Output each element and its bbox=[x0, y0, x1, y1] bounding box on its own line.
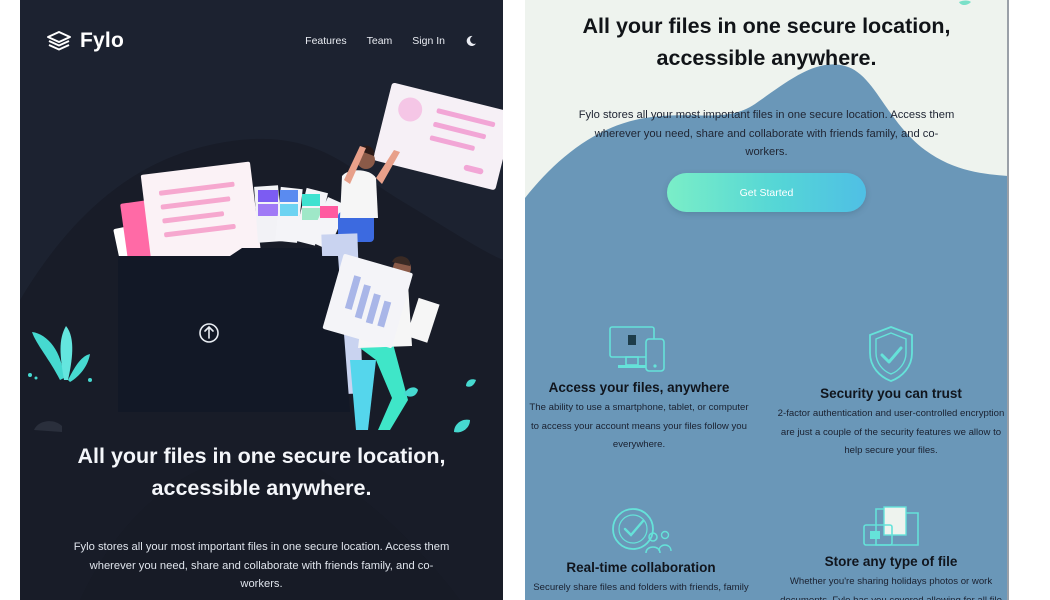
hero-description: Fylo stores all your most important file… bbox=[578, 109, 955, 158]
plant-decoration bbox=[28, 326, 92, 432]
stacked-layers-icon bbox=[47, 31, 71, 51]
feature-title: Store any type of file bbox=[824, 554, 958, 569]
light-mode-panel: All your files in one secure location, a… bbox=[525, 0, 1008, 600]
hero-title-line-2: accessible anywhere. bbox=[656, 46, 877, 70]
feature-description: Securely share files and folders with fr… bbox=[533, 582, 749, 593]
devices-icon bbox=[609, 326, 665, 372]
hero-illustration bbox=[28, 82, 503, 433]
logo[interactable]: Fylo bbox=[46, 29, 124, 53]
feature-description: Whether you're sharing holidays photos o… bbox=[780, 576, 1002, 600]
collaboration-icon bbox=[612, 508, 672, 554]
feature-description: 2-factor authentication and user-control… bbox=[777, 408, 1005, 456]
shield-check-icon bbox=[869, 326, 913, 382]
hero-title: All your files in one secure location, a… bbox=[20, 440, 503, 504]
file-folder-icon bbox=[863, 506, 919, 546]
nav-link-features[interactable]: Features bbox=[305, 35, 346, 47]
hero-title-line-1: All your files in one secure location, bbox=[582, 14, 951, 38]
feature-access-anywhere: Access your files, anywhere The ability … bbox=[525, 325, 753, 455]
person-standing bbox=[338, 145, 400, 242]
feature-file-types: Store any type of file Whether you're sh… bbox=[775, 505, 1007, 600]
nav-link-sign-in[interactable]: Sign In bbox=[412, 35, 445, 47]
moon-icon[interactable] bbox=[465, 35, 477, 47]
top-navigation: Fylo Features Team Sign In bbox=[46, 26, 477, 56]
feature-collaboration: Real-time collaboration Securely share f… bbox=[525, 505, 757, 600]
feature-description: The ability to use a smartphone, tablet,… bbox=[529, 402, 749, 450]
feature-security: Security you can trust 2-factor authenti… bbox=[775, 325, 1007, 461]
hero-title: All your files in one secure location, a… bbox=[525, 10, 1008, 74]
panel-edge-divider bbox=[1007, 0, 1009, 600]
feature-title: Access your files, anywhere bbox=[548, 380, 730, 395]
feature-title: Real-time collaboration bbox=[566, 560, 716, 575]
get-started-button[interactable]: Get Started bbox=[667, 173, 866, 212]
hero-title-line-1: All your files in one secure location, bbox=[77, 444, 446, 468]
leaf-icon bbox=[454, 419, 470, 433]
feature-title: Security you can trust bbox=[820, 386, 962, 401]
dark-mode-panel: Fylo Features Team Sign In All your file… bbox=[20, 0, 503, 600]
nav-links: Features Team Sign In bbox=[305, 35, 477, 47]
document-sheet-large bbox=[373, 82, 503, 190]
hero-title-line-2: accessible anywhere. bbox=[151, 476, 372, 500]
hero-description: Fylo stores all your most important file… bbox=[73, 541, 450, 590]
nav-link-team[interactable]: Team bbox=[367, 35, 393, 47]
logo-text: Fylo bbox=[80, 29, 124, 52]
